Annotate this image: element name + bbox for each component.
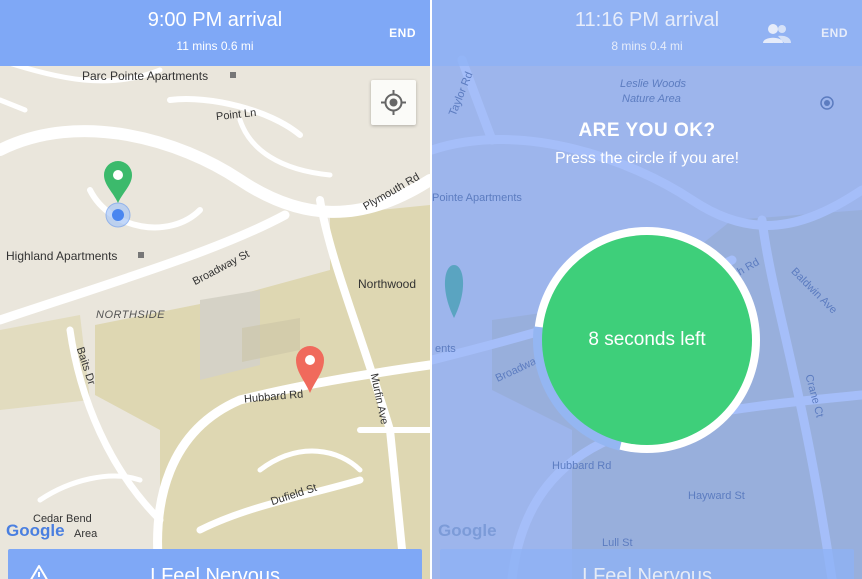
- trip-meta: 8 mins 0.4 mi: [611, 39, 683, 53]
- confirm-ok-circle-button[interactable]: 8 seconds left: [532, 225, 762, 455]
- feel-nervous-label: I Feel Nervous: [581, 565, 713, 579]
- dialog-subtitle: Press the circle if you are!: [554, 150, 740, 167]
- google-logo: Google: [438, 521, 497, 540]
- map-label-highland: Highland Apartments: [6, 249, 118, 263]
- feel-nervous-button[interactable]: I Feel Nervous: [8, 549, 422, 579]
- trip-meta: 11 mins 0.6 mi: [176, 39, 254, 53]
- map-label-nature-area: Nature Area: [622, 93, 681, 105]
- trip-header: 11:16 PM arrival 8 mins 0.4 mi END: [432, 0, 862, 66]
- end-trip-button[interactable]: END: [821, 26, 848, 40]
- end-trip-button[interactable]: END: [389, 26, 416, 40]
- map-label-northwood: Northwood: [358, 277, 417, 291]
- crosshair-icon: [820, 96, 834, 110]
- map-label-lull: Lull St: [602, 537, 633, 549]
- map-label-leslie-woods: Leslie Woods: [620, 78, 687, 90]
- map-label-northside: NORTHSIDE: [96, 309, 166, 321]
- google-logo: Google: [6, 521, 65, 540]
- navigation-screen: Parc Pointe Apartments Point Ln Plymouth…: [0, 0, 430, 579]
- contacts-icon[interactable]: [762, 22, 792, 44]
- origin-pin-icon[interactable]: [103, 160, 133, 204]
- crosshair-icon: [381, 90, 406, 115]
- dialog-title: ARE YOU OK?: [578, 120, 716, 141]
- countdown-label: 8 seconds left: [588, 329, 706, 350]
- arrival-time: 9:00 PM arrival: [147, 9, 283, 31]
- feel-nervous-label: I Feel Nervous: [149, 565, 281, 579]
- destination-pin-icon[interactable]: [295, 345, 325, 395]
- map-label-pointe: Pointe Apartments: [432, 192, 522, 204]
- safety-check-screen: Leslie Woods Nature Area Taylor Rd Point…: [432, 0, 862, 579]
- my-location-button[interactable]: [371, 80, 416, 125]
- arrival-time: 11:16 PM arrival: [574, 9, 720, 31]
- map-label-area: Area: [74, 528, 98, 540]
- map-label-parc-pointe: Parc Pointe Apartments: [82, 69, 209, 83]
- trip-header: 9:00 PM arrival 11 mins 0.6 mi END: [0, 0, 430, 66]
- feel-nervous-button[interactable]: I Feel Nervous: [440, 549, 854, 579]
- map-label-hayward: Hayward St: [688, 490, 745, 502]
- map-label-ents: ents: [435, 343, 456, 355]
- map-label-hubbard-right: Hubbard Rd: [552, 460, 612, 472]
